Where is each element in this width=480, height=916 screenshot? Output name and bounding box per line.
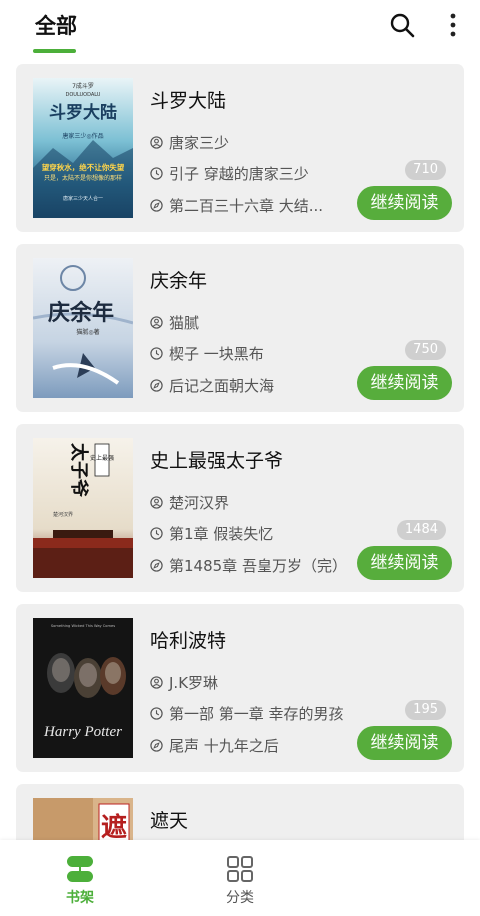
book-card[interactable]: 遮 遮天 [16,784,464,840]
continue-reading-button[interactable]: 继续阅读 [357,186,452,220]
continue-reading-button[interactable]: 继续阅读 [357,726,452,760]
book-title: 史上最强太子爷 [150,450,284,472]
svg-text:只是，太陆不是你想像的那样: 只是，太陆不是你想像的那样 [44,174,122,182]
svg-text:Something Wicked This Way Come: Something Wicked This Way Comes [51,624,115,628]
person-icon [150,676,163,689]
compass-icon [150,199,163,212]
book-card[interactable]: 7成斗罗 DOULUODALU 斗罗大陆 唐家三少◎作品 望穿秋水，绝不让你失望… [16,64,464,232]
compass-icon [150,559,163,572]
svg-text:唐家三少◎作品: 唐家三少◎作品 [62,132,103,140]
svg-text:斗罗大陆: 斗罗大陆 [49,102,117,123]
tab-all[interactable]: 全部 [35,10,77,40]
more-vertical-icon[interactable] [446,12,460,38]
svg-text:猫腻◎著: 猫腻◎著 [76,328,99,336]
book-latest-chapter: 第1485章 吾皇万岁（完） [150,555,347,576]
svg-text:太子爷: 太子爷 [68,443,90,498]
continue-reading-button[interactable]: 继续阅读 [357,546,452,580]
svg-text:遮: 遮 [101,812,127,840]
person-icon [150,316,163,329]
top-bar: 全部 [0,0,480,56]
book-progress: 第1章 假装失忆 [150,523,273,544]
book-cover[interactable]: 庆余年 猫腻◎著 [33,258,133,398]
svg-text:望穿秋水，绝不让你失望: 望穿秋水，绝不让你失望 [42,162,125,172]
book-title: 遮天 [150,810,189,832]
book-list: 7成斗罗 DOULUODALU 斗罗大陆 唐家三少◎作品 望穿秋水，绝不让你失望… [16,64,464,840]
book-author: 猫腻 [150,312,199,333]
continue-reading-button[interactable]: 继续阅读 [357,366,452,400]
book-latest-chapter: 尾声 十九年之后 [150,735,279,756]
book-author: J.K罗琳 [150,672,218,693]
nav-category-label: 分类 [226,890,254,906]
book-cover[interactable]: 7成斗罗 DOULUODALU 斗罗大陆 唐家三少◎作品 望穿秋水，绝不让你失望… [33,78,133,218]
svg-text:史上最强: 史上最强 [90,454,114,462]
chapter-count-badge: 1484 [396,520,446,540]
book-card[interactable]: 庆余年 猫腻◎著 庆余年 猫腻 楔子 一块黑布 后记之面朝大海 750 继续阅读 [16,244,464,412]
chapter-count-badge: 195 [405,700,446,720]
book-title: 哈利波特 [150,630,227,652]
bottom-navigation: 书架 分类 [0,840,480,916]
book-title: 斗罗大陆 [150,90,227,112]
book-progress: 引子 穿越的唐家三少 [150,163,309,184]
person-icon [150,136,163,149]
chapter-count-badge: 750 [405,340,446,360]
svg-text:唐家三少天人合一: 唐家三少天人合一 [63,195,103,202]
svg-text:楚河汉界: 楚河汉界 [53,511,73,518]
svg-text:庆余年: 庆余年 [48,300,114,326]
book-card[interactable]: Something Wicked This Way Comes Harry Po… [16,604,464,772]
book-latest-chapter: 第二百三十六章 大结... [150,195,323,216]
book-cover[interactable]: 史上最强 太子爷 楚河汉界 [33,438,133,578]
clock-icon [150,527,163,540]
book-author: 唐家三少 [150,132,229,153]
nav-category[interactable]: 分类 [200,854,280,907]
book-author: 楚河汉界 [150,492,229,513]
clock-icon [150,167,163,180]
clock-icon [150,347,163,360]
clock-icon [150,707,163,720]
svg-text:Harry Potter: Harry Potter [43,724,122,740]
nav-bookshelf[interactable]: 书架 [40,854,120,907]
tab-active-indicator [33,49,76,53]
book-latest-chapter: 后记之面朝大海 [150,375,274,396]
chapter-count-badge: 710 [405,160,446,180]
compass-icon [150,379,163,392]
book-card[interactable]: 史上最强 太子爷 楚河汉界 史上最强太子爷 楚河汉界 第1章 假装失忆 第148… [16,424,464,592]
search-icon[interactable] [389,12,415,38]
book-progress: 楔子 一块黑布 [150,343,264,364]
book-cover[interactable]: 遮 [33,798,133,840]
svg-text:DOULUODALU: DOULUODALU [66,92,101,98]
person-icon [150,496,163,509]
svg-text:7成斗罗: 7成斗罗 [72,82,94,90]
bookshelf-icon [67,856,93,882]
nav-bookshelf-label: 书架 [66,890,94,906]
compass-icon [150,739,163,752]
book-progress: 第一部 第一章 幸存的男孩 [150,703,344,724]
book-cover[interactable]: Something Wicked This Way Comes Harry Po… [33,618,133,758]
book-title: 庆余年 [150,270,208,292]
grid-icon [227,856,253,882]
